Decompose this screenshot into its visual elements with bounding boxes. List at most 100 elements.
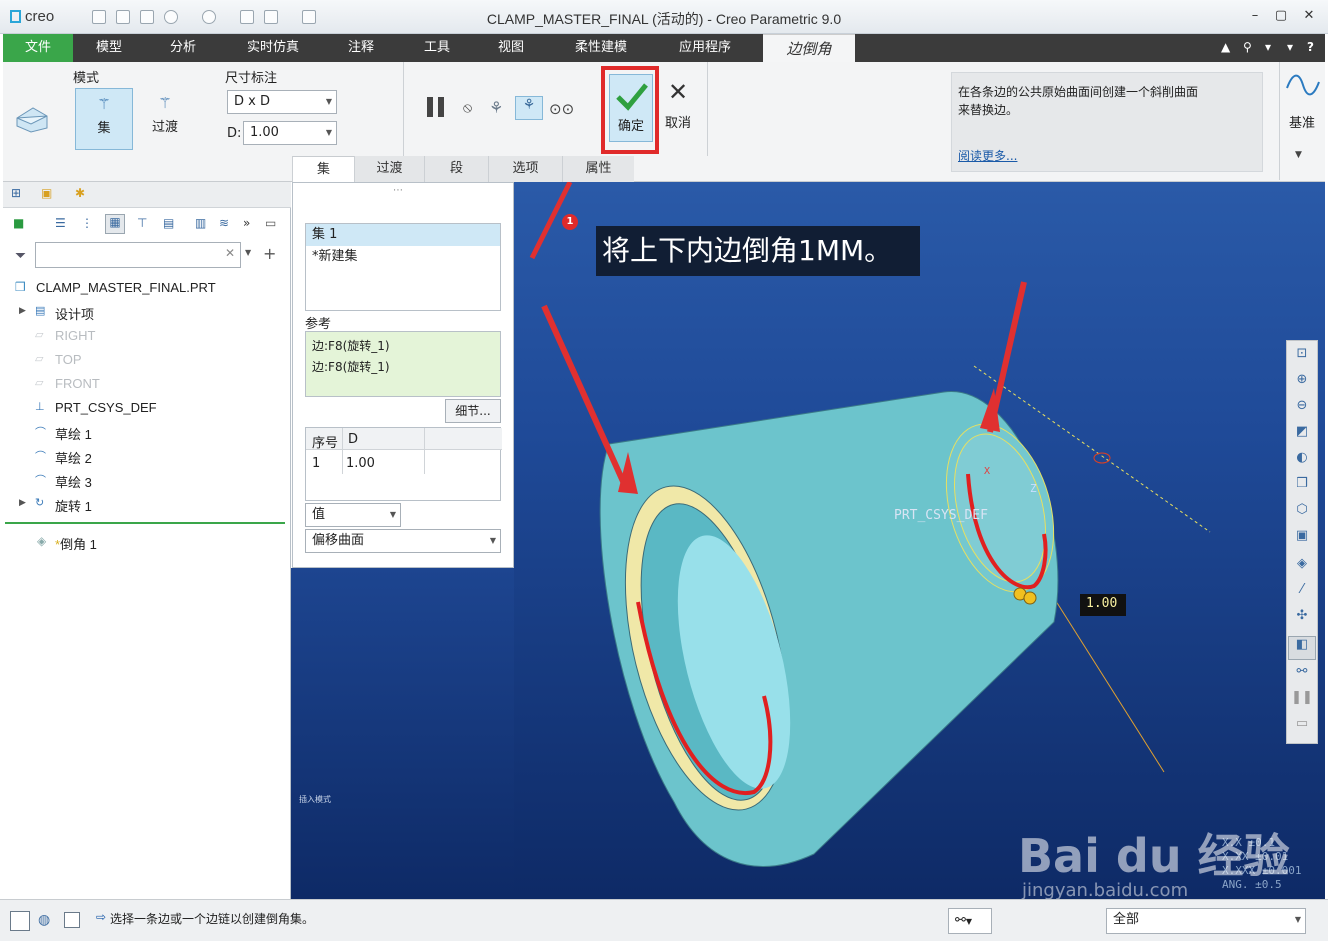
tree-columns-icon[interactable]: ⋮ xyxy=(81,216,93,230)
tab-properties[interactable]: 属性 xyxy=(562,156,634,182)
tree-item[interactable]: 草绘 2 xyxy=(55,448,92,467)
model-tree-tab-icon[interactable]: ⊞ xyxy=(11,186,21,200)
more-icon[interactable]: » xyxy=(243,216,250,230)
menu-tools[interactable]: 工具 xyxy=(409,34,465,62)
d-value-input[interactable]: 1.00 ▼ xyxy=(243,121,337,145)
collapse-ribbon-icon[interactable]: ▲ xyxy=(1221,40,1230,54)
browser-icon[interactable]: ◍ xyxy=(38,912,50,928)
hat-icon[interactable]: ▾ xyxy=(1265,40,1271,54)
chevron-down-icon[interactable]: ▼ xyxy=(245,248,251,257)
dropdown-icon[interactable]: ▾ xyxy=(1287,40,1293,54)
search-icon[interactable]: ⚲ xyxy=(1243,40,1252,54)
menu-simulation[interactable]: 实时仿真 xyxy=(231,34,315,62)
document-icon[interactable]: ▭ xyxy=(265,216,276,230)
zoom-in-icon[interactable]: ⊕ xyxy=(1288,372,1316,396)
tab-options[interactable]: 选项 xyxy=(488,156,562,182)
section-icon[interactable]: ◈ xyxy=(1288,556,1316,580)
chevron-down-icon[interactable]: ▼ xyxy=(1295,150,1302,160)
close-button[interactable]: ✕ xyxy=(1296,8,1322,23)
refit-icon[interactable]: ⊡ xyxy=(1288,346,1316,370)
spin-center-icon[interactable]: ◧ xyxy=(1288,636,1316,660)
dimension-tag[interactable]: 1.00 xyxy=(1086,596,1117,611)
filter-tree-icon[interactable]: ⊤ xyxy=(137,216,147,230)
tree-item[interactable]: 草绘 1 xyxy=(55,424,92,443)
view-manager-icon[interactable]: ⬡ xyxy=(1288,502,1316,526)
saved-views-icon[interactable]: ❒ xyxy=(1288,476,1316,500)
layer-display-icon[interactable]: ▭ xyxy=(1288,716,1316,740)
find-button[interactable]: ⚯▼ xyxy=(948,908,992,934)
grip-icon[interactable]: ⋯ xyxy=(393,185,403,196)
stack-icon[interactable]: ≋ xyxy=(219,216,229,230)
tab-transitions[interactable]: 过渡 xyxy=(354,156,424,182)
menu-edge-chamfer[interactable]: 边倒角 xyxy=(763,34,855,62)
tree-item[interactable]: 设计项 xyxy=(55,304,94,323)
ok-button[interactable]: 确定 xyxy=(609,74,653,142)
new-set-item[interactable]: *新建集 xyxy=(306,246,500,268)
glasses-icon[interactable]: ⊙⊙ xyxy=(549,100,574,118)
pause-display-icon[interactable]: ❚❚ xyxy=(1288,690,1316,714)
cube-icon[interactable]: ■ xyxy=(13,216,24,230)
read-more-link[interactable]: 阅读更多... xyxy=(958,147,1017,164)
help-icon[interactable]: ? xyxy=(1307,40,1314,54)
menu-model[interactable]: 模型 xyxy=(79,34,139,62)
display-style-icon[interactable]: ◐ xyxy=(1288,450,1316,474)
tree-settings-icon[interactable]: ▦ xyxy=(105,214,125,234)
csys-display-icon[interactable]: ⚯ xyxy=(1288,664,1316,688)
folder-tab-icon[interactable]: ▣ xyxy=(41,186,52,200)
cancel-button[interactable]: ✕ 取消 xyxy=(661,78,695,142)
navigator-toggle-icon[interactable] xyxy=(10,911,30,931)
tree-search-input[interactable] xyxy=(35,242,241,268)
pause-icon[interactable] xyxy=(425,96,447,118)
tree-item[interactable]: PRT_CSYS_DEF xyxy=(55,400,157,415)
set-item-1[interactable]: 集 1 xyxy=(306,224,500,246)
references-list[interactable]: 边:F8(旋转_1) 边:F8(旋转_1) xyxy=(305,331,501,397)
value-dropdown[interactable]: 值 ▼ xyxy=(305,503,401,527)
funnel-icon[interactable]: ⏷ xyxy=(15,248,26,264)
offset-surface-dropdown[interactable]: 偏移曲面 ▼ xyxy=(305,529,501,553)
tab-sets[interactable]: 集 xyxy=(292,156,354,182)
expand-arrow-icon[interactable]: ▶ xyxy=(19,306,26,316)
menu-view[interactable]: 视图 xyxy=(483,34,539,62)
menu-annotate[interactable]: 注释 xyxy=(333,34,389,62)
dimension-scheme-dropdown[interactable]: D x D ▼ xyxy=(227,90,337,114)
repaint-icon[interactable]: ◩ xyxy=(1288,424,1316,448)
value-dropdown-label: 值 xyxy=(312,507,326,522)
zoom-out-icon[interactable]: ⊖ xyxy=(1288,398,1316,422)
no-preview-icon[interactable]: ⦸ xyxy=(463,100,472,116)
tree-item[interactable]: RIGHT xyxy=(55,328,95,343)
layers-icon[interactable]: ▤ xyxy=(163,216,174,230)
geometry-preview-icon[interactable]: ⚘ xyxy=(489,98,503,117)
transition-mode-button[interactable]: ⚚ 过渡 xyxy=(135,88,195,150)
annotation-display-icon[interactable]: ✣ xyxy=(1288,608,1316,632)
verify-preview-icon[interactable]: ⚘ xyxy=(515,96,543,120)
perspective-icon[interactable]: ▣ xyxy=(1288,528,1316,552)
favorites-tab-icon[interactable]: ✱ xyxy=(75,186,85,200)
row-d-value[interactable]: 1.00 xyxy=(346,456,375,471)
clear-search-icon[interactable]: ✕ xyxy=(225,246,235,260)
minimize-button[interactable]: – xyxy=(1242,8,1268,23)
set-mode-button[interactable]: ⚚ 集 xyxy=(75,88,133,150)
tree-root[interactable]: CLAMP_MASTER_FINAL.PRT xyxy=(36,280,216,295)
expand-arrow-icon[interactable]: ▶ xyxy=(19,498,26,508)
tree-item[interactable]: 旋转 1 xyxy=(55,496,92,515)
menu-applications[interactable]: 应用程序 xyxy=(663,34,747,62)
menu-file[interactable]: 文件 xyxy=(3,34,73,62)
datum-label[interactable]: 基准 xyxy=(1289,112,1315,131)
datum-display-icon[interactable]: ⁄ xyxy=(1288,582,1316,606)
tree-item[interactable]: TOP xyxy=(55,352,82,367)
tree-item[interactable]: 草绘 3 xyxy=(55,472,92,491)
details-button[interactable]: 细节... xyxy=(445,399,501,423)
datum-icon[interactable] xyxy=(1285,70,1321,102)
selection-filter-dropdown[interactable]: 全部 ▼ xyxy=(1106,908,1306,934)
menu-analysis[interactable]: 分析 xyxy=(153,34,213,62)
maximize-button[interactable]: ▢ xyxy=(1268,8,1294,23)
tree-item[interactable]: FRONT xyxy=(55,376,100,391)
graphics-viewport[interactable]: X Z 1 将上下内边倒角1MM。 PRT_CSYS_DEF 1.00 X.X … xyxy=(514,182,1325,901)
fullscreen-icon[interactable] xyxy=(64,912,80,928)
tree-item-chamfer[interactable]: *倒角 1 xyxy=(55,534,97,553)
add-icon[interactable]: + xyxy=(263,244,276,263)
show-icon[interactable]: ▥ xyxy=(195,216,206,230)
menu-flexible-modeling[interactable]: 柔性建模 xyxy=(559,34,643,62)
tab-pieces[interactable]: 段 xyxy=(424,156,488,182)
tree-list-icon[interactable]: ☰ xyxy=(55,216,66,230)
